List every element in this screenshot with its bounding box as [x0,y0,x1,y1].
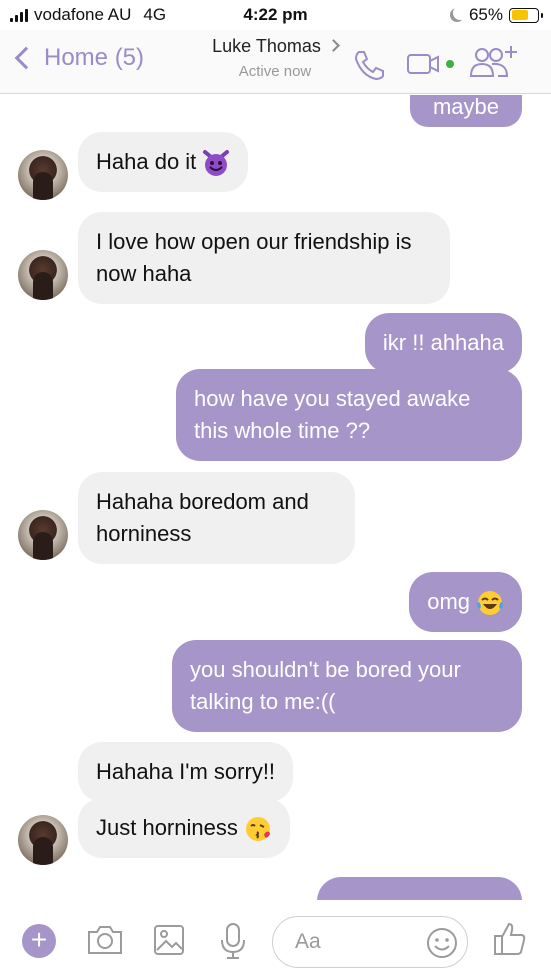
smiley-icon[interactable] [425,926,459,960]
carrier-name: vodafone AU [34,5,132,24]
message-bubble-incoming[interactable]: Hahaha boredom and horniness [78,472,355,564]
status-bar: vodafone AU 4G 4:22 pm 65% [0,0,551,30]
avatar[interactable] [18,510,68,560]
avatar[interactable] [18,150,68,200]
message-composer: + Aa [0,900,551,980]
chevron-right-icon [326,39,340,52]
message-text: maybe [432,95,500,119]
message-text: Haha do it [96,149,197,174]
signal-strength-icon [10,8,28,22]
message-text: Hahaha I'm sorry!! [96,759,276,784]
message-text: you shouldn't be bored your talking to m… [190,657,461,714]
back-label: Home (5) [44,44,145,71]
message-bubble-incoming[interactable]: Haha do it [78,132,249,192]
message-text: how have you stayed awake this whole tim… [194,386,471,443]
do-not-disturb-icon [453,6,467,20]
message-bubble-outgoing[interactable]: ikr !! ahhaha [364,313,522,373]
battery-icon [509,7,543,23]
message-bubble-outgoing[interactable]: how have you stayed awake this whole tim… [176,369,522,461]
kissing-face-emoji-icon [245,817,270,842]
phone-icon[interactable] [352,48,386,82]
camera-icon[interactable] [86,922,124,958]
message-text: Hahaha boredom and horniness [96,489,309,546]
chevron-left-icon [14,46,38,70]
contact-info[interactable]: Luke Thomas Active now [180,36,370,80]
message-bubble-incoming[interactable]: Just horniness [78,798,290,858]
message-input-placeholder: Aa [295,930,321,953]
thumbs-up-icon[interactable] [492,920,528,958]
plus-icon[interactable]: + [22,924,56,958]
microphone-icon[interactable] [218,922,248,960]
network-type: 4G [143,5,167,24]
avatar[interactable] [18,815,68,865]
message-text: I love how open our friendship is now ha… [96,229,412,286]
message-bubble-outgoing[interactable] [317,877,522,900]
message-bubble-outgoing[interactable]: omg [409,572,522,632]
message-bubble-outgoing[interactable]: you shouldn't be bored your talking to m… [172,640,522,732]
smiling-devil-emoji-icon [203,150,230,177]
contact-name: Luke Thomas [212,36,321,56]
message-text: Just horniness [96,815,238,840]
conversation-header: Home (5) Luke Thomas Active now [0,30,551,94]
message-input[interactable]: Aa [272,916,468,968]
contact-status: Active now [238,63,312,80]
message-bubble-incoming[interactable]: I love how open our friendship is now ha… [78,212,450,304]
avatar[interactable] [18,250,68,300]
battery-percent: 65% [468,5,503,24]
video-camera-icon[interactable] [406,52,458,78]
message-bubble-incoming[interactable]: Hahaha I'm sorry!! [78,742,294,802]
image-icon[interactable] [152,922,186,958]
message-bubble-outgoing[interactable]: maybe [410,95,522,127]
message-text: ikr !! ahhaha [382,330,504,355]
add-people-icon[interactable] [468,42,524,82]
message-list[interactable]: maybe Haha do it I love how open our fri… [0,95,551,900]
back-button[interactable]: Home (5) [12,44,144,72]
message-text: omg [427,589,470,614]
tears-of-joy-emoji-icon [477,591,503,616]
